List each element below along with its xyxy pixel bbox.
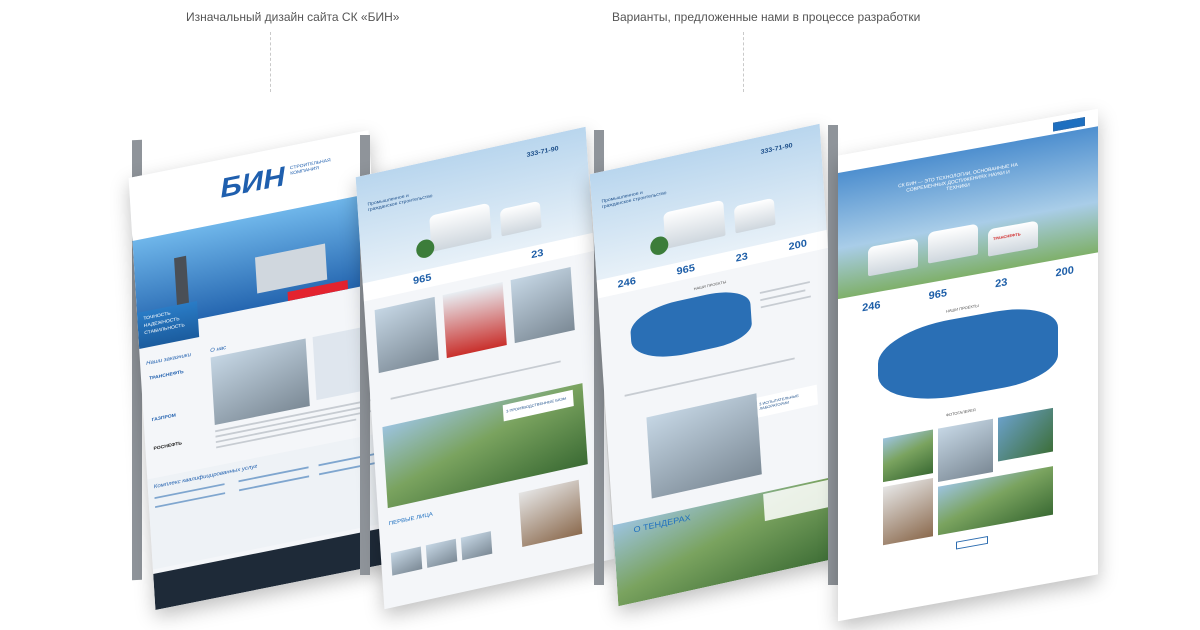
variant2-lab-photo xyxy=(646,393,762,499)
variant1-project-photo-3[interactable] xyxy=(510,266,575,344)
variant1-news-title: ПЕРВЫЕ ЛИЦА xyxy=(388,511,434,527)
original-partners-title: Наши заказчики xyxy=(146,352,192,367)
screen-original-design: БИН СТРОИТЕЛЬНАЯ КОМПАНИЯ ТОЧНОСТЬ НАДЕЖ… xyxy=(128,130,396,610)
variant1-project-photo-2[interactable] xyxy=(442,281,507,359)
partner-logo-transneft[interactable]: ТРАНСНЕФТЬ xyxy=(149,369,184,381)
variant2-stat-2: 965 xyxy=(676,262,696,278)
variant3-gallery-title: ФОТОГАЛЕРЕЯ xyxy=(946,407,976,418)
variant1-project-photo-1[interactable] xyxy=(374,296,439,374)
variant2-projects-title: НАШИ ПРОЕКТЫ xyxy=(693,279,727,292)
panel-edge-variant3 xyxy=(828,125,838,585)
partner-logo-rosneft[interactable]: РОСНЕФТЬ xyxy=(153,441,182,452)
screen-variant-3: СК БИН — ЭТО ТЕХНОЛОГИИ, ОСНОВАННЫЕ НА С… xyxy=(838,108,1098,622)
variant1-person-photo xyxy=(518,479,583,547)
variant2-stat-4: 200 xyxy=(788,237,808,253)
original-about-title: О нас xyxy=(210,345,227,354)
screen-variant-2: 333-71-90 Промышленное и гражданское стр… xyxy=(589,123,849,607)
variant3-stat-4: 200 xyxy=(1055,264,1074,280)
variant2-stat-3: 23 xyxy=(735,250,749,265)
variant2-stat-1: 246 xyxy=(617,275,637,291)
partner-logo-gazprom[interactable]: ГАЗПРОМ xyxy=(152,413,177,423)
guide-line-left xyxy=(270,32,271,92)
variant3-gallery-button[interactable] xyxy=(956,536,988,550)
variant3-projects-title: НАШИ ПРОЕКТЫ xyxy=(946,302,979,314)
variant3-stat-3: 23 xyxy=(995,276,1008,291)
caption-proposed-variants: Варианты, предложенные нами в процессе р… xyxy=(612,10,921,24)
variant1-stat-2: 23 xyxy=(530,247,544,261)
variant3-gallery-photo-2[interactable] xyxy=(883,478,933,546)
variant3-stat-1: 246 xyxy=(862,299,881,315)
caption-original-design: Изначальный дизайн сайта СК «БИН» xyxy=(186,10,400,24)
screen-variant-1: 333-71-90 Промышленное и гражданское стр… xyxy=(355,126,615,610)
variant3-gallery-photo-3[interactable] xyxy=(938,418,993,482)
variant3-gallery-photo-4[interactable] xyxy=(998,407,1053,462)
variant1-stat-1: 965 xyxy=(412,272,432,287)
guide-line-right xyxy=(743,32,744,92)
original-building-photo xyxy=(210,338,310,425)
variant3-stat-2: 965 xyxy=(928,287,947,303)
variant3-russia-map[interactable] xyxy=(878,300,1058,411)
variant2-russia-map[interactable] xyxy=(629,285,753,366)
variant3-gallery-photo-1[interactable] xyxy=(883,429,933,483)
